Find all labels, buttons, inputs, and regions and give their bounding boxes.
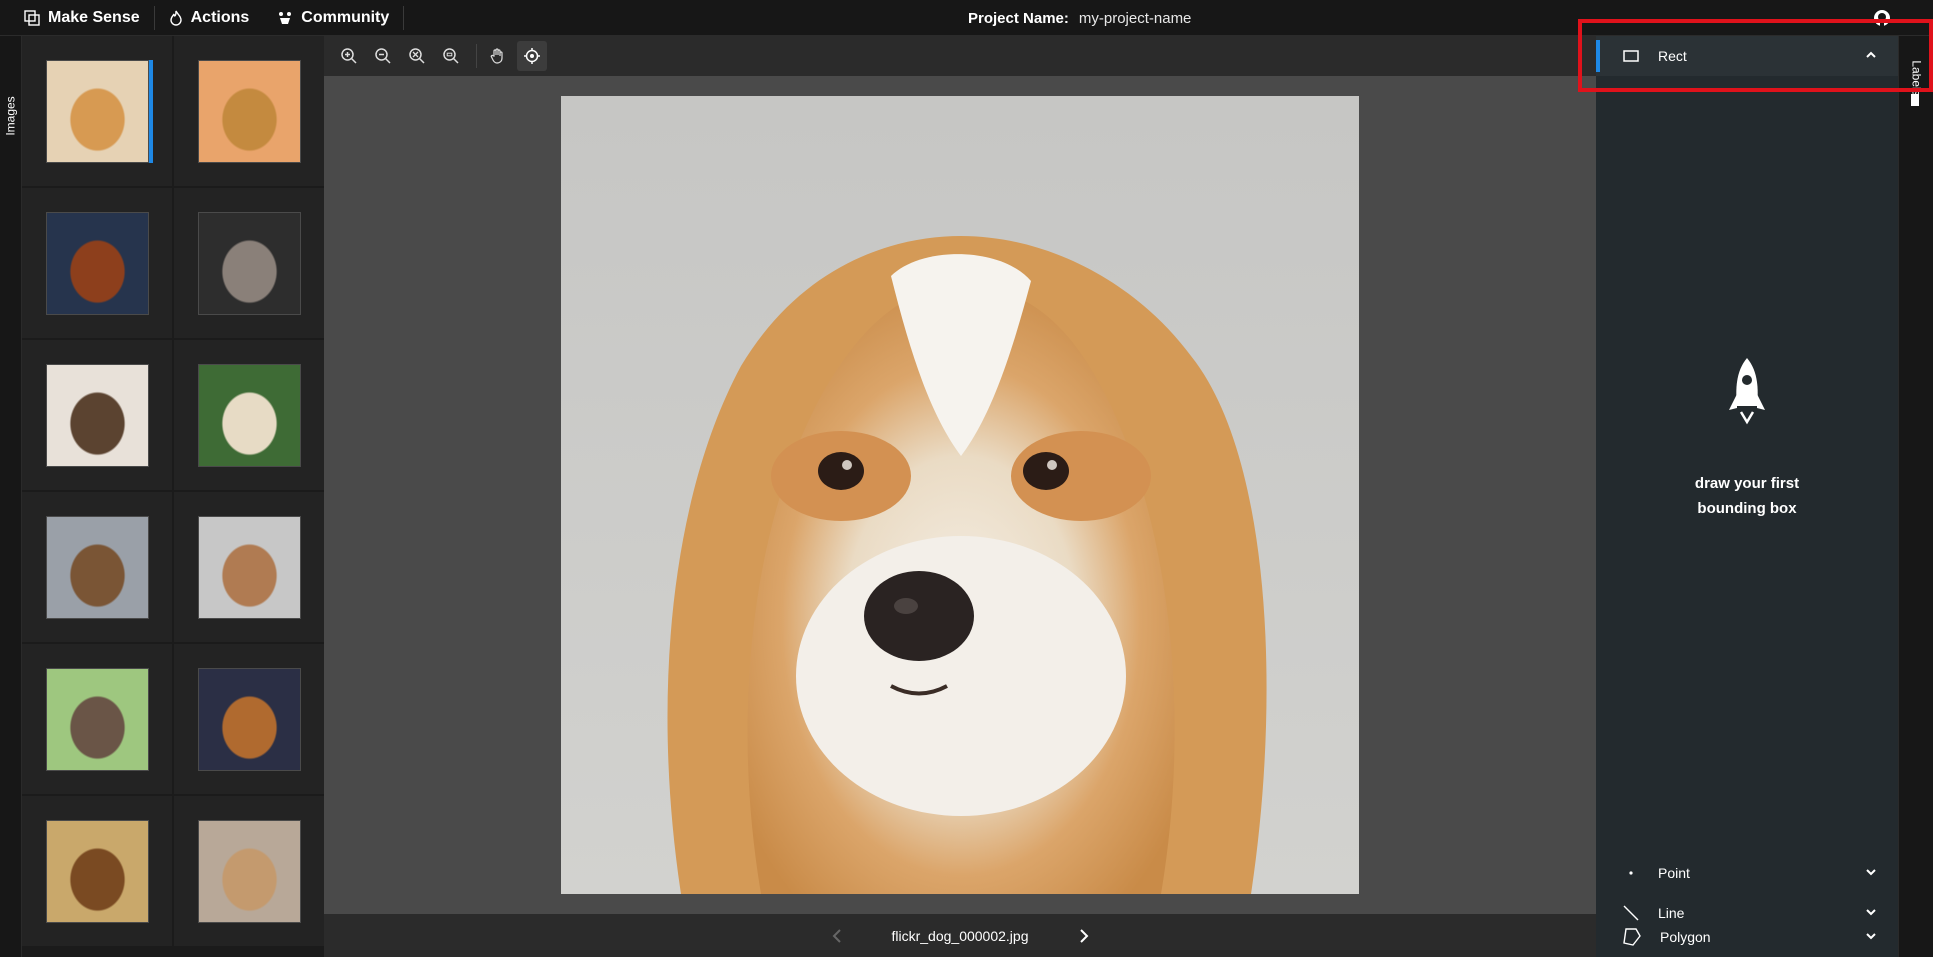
image-thumbnail[interactable] [22, 644, 172, 794]
labels-tab-indicator [1911, 94, 1919, 106]
images-side-tab[interactable]: Images [0, 36, 22, 957]
thumbnail-image [197, 211, 301, 315]
brand-logo[interactable]: Make Sense [0, 0, 154, 36]
crosshair-button[interactable] [517, 41, 547, 71]
next-image-button[interactable] [1069, 921, 1099, 951]
zoom-out-button[interactable] [368, 41, 398, 71]
actions-menu[interactable]: Actions [155, 0, 264, 36]
project-name-value[interactable]: my-project-name [1079, 10, 1192, 27]
chevron-down-icon[interactable] [1864, 865, 1878, 879]
thumbnail-image [45, 667, 149, 771]
thumbnail-image [45, 211, 149, 315]
actions-label: Actions [190, 8, 250, 26]
label-type-polygon[interactable]: Polygon [1596, 917, 1898, 957]
app-root: Make Sense Actions Community Project Nam… [0, 0, 1933, 957]
thumbnail-image [197, 667, 301, 771]
toolbar-divider [476, 44, 477, 68]
thumbnail-image [197, 59, 301, 163]
zoom-fit-button[interactable] [402, 41, 432, 71]
nav-divider [403, 5, 405, 30]
zoom-in-button[interactable] [334, 41, 364, 71]
thumbnail-image [45, 515, 149, 619]
image-thumbnail[interactable] [174, 36, 324, 186]
empty-labels-state: draw your first bounding box [1596, 356, 1898, 521]
chevron-left-icon [832, 928, 841, 943]
thumbnail-image [197, 819, 301, 923]
image-thumbnail[interactable] [22, 796, 172, 946]
editor-canvas[interactable] [324, 76, 1596, 914]
crosshair-icon [524, 48, 540, 64]
chevron-down-icon[interactable] [1864, 929, 1878, 943]
chevron-right-icon [1079, 928, 1088, 943]
project-name-area: Project Name: my-project-name [968, 0, 1191, 36]
image-thumbnail[interactable] [22, 492, 172, 642]
image-thumbnail-list [22, 36, 324, 957]
image-thumbnail[interactable] [22, 340, 172, 490]
editor-toolbar [324, 36, 1596, 76]
zoom-in-icon [341, 48, 357, 64]
labels-side-tab[interactable]: Labels [1898, 36, 1933, 957]
rocket-icon [1729, 358, 1765, 425]
polygon-icon [1623, 928, 1641, 946]
image-thumbnail[interactable] [22, 188, 172, 338]
image-thumbnail[interactable] [174, 188, 324, 338]
zoom-out-icon [375, 48, 391, 64]
zoom-fit-icon [409, 48, 425, 64]
current-image-filename: flickr_dog_000002.jpg [891, 927, 1029, 944]
zoom-max-icon [443, 48, 459, 64]
thumbnail-image [197, 515, 301, 619]
images-tab-label-wrap: Images [1, 82, 21, 150]
zoom-max-button[interactable] [436, 41, 466, 71]
thumbnail-image [45, 819, 149, 923]
previous-image-button[interactable] [822, 921, 852, 951]
labels-panel: Rect draw your first bounding box Point … [1596, 36, 1898, 957]
highlight-box [1578, 19, 1933, 92]
empty-labels-message: draw your first bounding box [1694, 475, 1800, 517]
images-tab-label: Images [4, 96, 19, 136]
polygon-label: Polygon [1660, 929, 1711, 945]
logo-icon [24, 9, 40, 26]
image-thumbnail[interactable] [174, 796, 324, 946]
label-type-point[interactable]: Point [1596, 853, 1898, 893]
image-thumbnail[interactable] [174, 340, 324, 490]
point-icon [1629, 871, 1633, 875]
hand-icon [490, 48, 503, 64]
active-image[interactable] [561, 96, 1359, 894]
point-label: Point [1658, 865, 1690, 881]
community-label: Community [301, 8, 390, 26]
community-menu[interactable]: Community [263, 0, 403, 36]
brand-name: Make Sense [48, 8, 140, 26]
project-name-label: Project Name: [968, 9, 1069, 27]
image-thumbnail[interactable] [174, 644, 324, 794]
thumbnail-image [45, 59, 149, 163]
image-thumbnail[interactable] [22, 36, 172, 186]
image-navigation-bar: flickr_dog_000002.jpg [324, 914, 1596, 957]
dog-photo [561, 96, 1359, 894]
thumbnail-image [197, 363, 301, 467]
image-thumbnail[interactable] [174, 492, 324, 642]
pan-button[interactable] [483, 41, 513, 71]
flame-icon [169, 10, 182, 26]
community-icon [279, 11, 292, 24]
thumbnail-image [45, 363, 149, 467]
